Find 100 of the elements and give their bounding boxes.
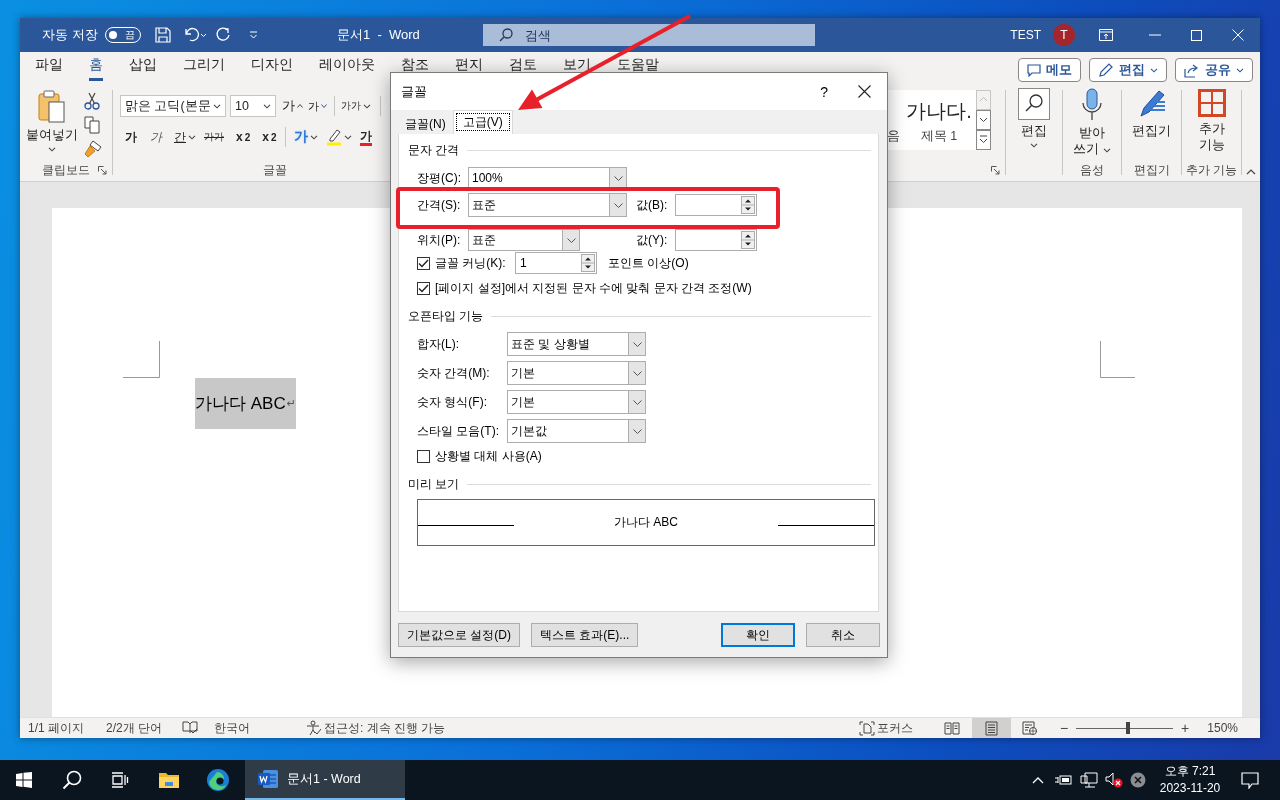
word-count[interactable]: 2/2개 단어 — [106, 719, 163, 737]
error-icon[interactable] — [1130, 772, 1146, 788]
edge-icon[interactable] — [206, 768, 230, 792]
paste-button[interactable]: 붙여넣기 — [20, 84, 84, 159]
redo-icon[interactable] — [214, 27, 231, 43]
strikethrough-button[interactable]: 가가 — [204, 130, 224, 144]
save-icon[interactable] — [154, 27, 171, 43]
dictate-button[interactable]: 받아 쓰기 — [1063, 84, 1121, 159]
launcher-icon[interactable] — [991, 165, 1000, 175]
maximize-icon[interactable] — [1191, 29, 1202, 41]
change-case-button[interactable]: 가가 — [341, 99, 371, 113]
spin-field[interactable] — [675, 194, 757, 216]
focus-button[interactable]: 포커스 — [858, 719, 913, 737]
editing-button[interactable]: 편집 — [1006, 84, 1062, 159]
dialog-button[interactable]: 확인 — [721, 623, 795, 647]
checkbox[interactable] — [417, 449, 430, 463]
copy-icon[interactable] — [84, 116, 100, 134]
accessibility-icon[interactable] — [306, 720, 323, 736]
collapse-ribbon-icon[interactable] — [1246, 169, 1256, 175]
bold-button[interactable]: 가 — [125, 128, 145, 146]
dialog-button[interactable]: 취소 — [806, 623, 880, 647]
style-name[interactable]: 제목 1 — [902, 128, 976, 145]
add-ins-button[interactable]: 추가 기능 — [1182, 84, 1241, 159]
spin-field[interactable] — [675, 229, 757, 251]
avatar[interactable]: T — [1053, 24, 1075, 46]
dropdown[interactable]: 기본값 — [507, 419, 646, 443]
zoom-out-button[interactable]: − — [1059, 720, 1069, 736]
ribbon-tab[interactable]: 그리기 — [170, 55, 238, 81]
underline-button[interactable]: 간 — [174, 128, 196, 146]
ribbon-tab[interactable]: 파일 — [22, 55, 76, 81]
ribbon-tab[interactable]: 디자인 — [238, 55, 306, 81]
search-field[interactable]: 검색 — [483, 24, 815, 46]
speaker-muted-icon[interactable] — [1105, 772, 1123, 788]
dropdown[interactable]: 표준 — [468, 193, 627, 217]
edit-button[interactable]: 편집 — [1089, 58, 1167, 82]
caret-icon — [613, 175, 623, 181]
style-name[interactable]: 음 — [887, 128, 900, 145]
more-styles-icon[interactable] — [976, 130, 991, 150]
ribbon-tab[interactable]: 삽입 — [116, 55, 170, 81]
dialog-tab[interactable]: 글꼴(N) — [398, 114, 453, 134]
read-mode-icon[interactable] — [944, 721, 961, 735]
font-size-dropdown[interactable]: 10 — [230, 95, 276, 117]
search-icon[interactable] — [62, 770, 82, 790]
web-layout-icon[interactable] — [1022, 720, 1039, 736]
highlight-button[interactable] — [325, 128, 352, 146]
italic-button[interactable]: 가 — [150, 128, 170, 146]
scroll-down-icon[interactable] — [976, 110, 991, 130]
power-icon[interactable] — [1054, 774, 1072, 786]
network-icon[interactable] — [1080, 771, 1098, 789]
field-label: 합자(L): — [417, 335, 460, 353]
font-name-dropdown[interactable]: 맑은 고딕(본문 — [120, 95, 226, 117]
spin-arrows-icon[interactable] — [581, 254, 595, 272]
cut-icon[interactable] — [84, 92, 100, 110]
checkbox[interactable] — [417, 256, 430, 270]
dialog-button[interactable]: 텍스트 효과(E)... — [531, 623, 639, 647]
share-button[interactable]: 공유 — [1175, 58, 1253, 82]
ribbon-tab[interactable]: 레이아웃 — [306, 55, 388, 81]
format-painter-icon[interactable] — [84, 140, 102, 158]
font-color-button[interactable]: 가 — [359, 128, 372, 146]
dropdown[interactable]: 기본 — [507, 361, 646, 385]
dropdown[interactable]: 100% — [468, 167, 627, 189]
text-effect-button[interactable]: 가 — [293, 128, 318, 146]
close-icon[interactable] — [858, 85, 871, 98]
grow-font-button[interactable]: 가 — [282, 97, 304, 115]
task-view-icon[interactable] — [111, 772, 129, 788]
language-status[interactable]: 한국어 — [214, 719, 251, 737]
dialog-tab[interactable]: 고급(V) — [452, 110, 513, 134]
shrink-font-button[interactable]: 가 — [308, 98, 330, 114]
zoom-level[interactable]: 150% — [1207, 721, 1238, 735]
view-button[interactable] — [971, 718, 1011, 738]
spin-field[interactable]: 1 — [515, 252, 597, 274]
customize-icon[interactable] — [248, 31, 258, 39]
ribbon-tab[interactable]: 홈 — [76, 55, 116, 81]
editor-button[interactable]: 편집기 — [1122, 84, 1181, 159]
clock[interactable]: 오후 7:21 2023-11-20 — [1150, 760, 1230, 800]
chevron-up-icon[interactable] — [1032, 776, 1044, 784]
dropdown[interactable]: 표준 및 상황별 — [507, 332, 646, 356]
proofing-icon[interactable] — [182, 721, 199, 735]
zoom-in-button[interactable]: + — [1181, 720, 1190, 736]
comment-button[interactable]: 메모 — [1018, 58, 1081, 82]
spin-arrows-icon[interactable] — [741, 231, 755, 249]
help-button[interactable]: ? — [820, 83, 828, 100]
styles-gallery[interactable]: 음 가나다. 제목 1 — [888, 90, 976, 150]
dropdown[interactable]: 기본 — [507, 390, 646, 414]
dropdown[interactable]: 표준 — [468, 229, 580, 251]
checkbox[interactable] — [417, 281, 430, 295]
caret-icon — [632, 370, 642, 376]
undo-icon[interactable] — [182, 27, 207, 43]
zoom-slider[interactable] — [1076, 722, 1174, 734]
folder-icon[interactable] — [158, 771, 180, 789]
windows-logo-icon[interactable] — [16, 772, 32, 788]
taskbar-app-button[interactable]: 문서1 - Word — [245, 760, 405, 800]
notification-icon[interactable] — [1241, 771, 1259, 789]
page-count[interactable]: 1/1 페이지 — [28, 719, 84, 737]
spin-arrows-icon[interactable] — [741, 196, 755, 214]
ribbon-display-icon[interactable] — [1099, 29, 1113, 41]
print-layout-icon[interactable] — [984, 720, 998, 736]
dialog-button[interactable]: 기본값으로 설정(D) — [398, 623, 520, 647]
accessibility-status[interactable]: 접근성: 계속 진행 가능 — [324, 719, 446, 737]
launcher-icon[interactable] — [98, 165, 107, 175]
